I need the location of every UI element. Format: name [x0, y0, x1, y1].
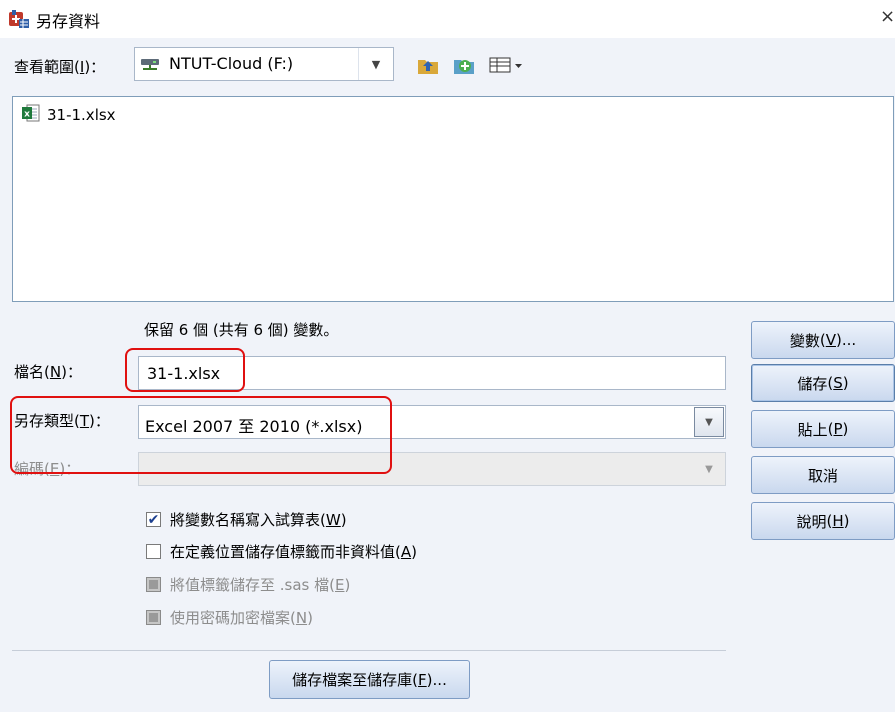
cancel-button[interactable]: 取消 — [751, 456, 895, 494]
separator — [12, 650, 726, 651]
checkbox-write-variable-names[interactable]: 將變數名稱寫入試算表(W) — [146, 509, 347, 530]
checkbox-disabled — [146, 610, 161, 625]
variables-kept-info: 保留 6 個 (共有 6 個) 變數。 — [144, 321, 339, 339]
look-in-label: 查看範圍(I)： — [14, 58, 106, 76]
save-to-repository-button[interactable]: 儲存檔案至儲存庫(F)... — [269, 660, 470, 699]
help-button[interactable]: 說明(H) — [751, 502, 895, 540]
paste-button[interactable]: 貼上(P) — [751, 410, 895, 448]
list-item[interactable]: x 31-1.xlsx — [21, 103, 116, 127]
chevron-down-icon: ▼ — [705, 463, 713, 475]
look-in-dropdown[interactable]: NTUT-Cloud (F:) ▼ — [134, 47, 394, 81]
chevron-down-icon[interactable]: ▼ — [358, 48, 393, 80]
checkbox-disabled — [146, 577, 161, 592]
annotation-box-filename — [125, 348, 245, 392]
app-icon — [8, 9, 30, 29]
checkbox-save-value-labels[interactable]: 在定義位置儲存值標籤而非資料值(A) — [146, 541, 417, 562]
checkbox-unchecked[interactable] — [146, 544, 161, 559]
chevron-down-icon[interactable]: ▼ — [694, 407, 724, 437]
title-bar: 另存資料 × — [0, 0, 895, 38]
checkbox-label: 將變數名稱寫入試算表(W) — [170, 511, 347, 529]
excel-file-icon: x — [21, 103, 41, 127]
checkbox-label: 將值標籤儲存至 .sas 檔(E) — [170, 576, 351, 594]
look-in-value: NTUT-Cloud (F:) — [169, 54, 294, 73]
window-title: 另存資料 — [36, 12, 101, 31]
svg-text:x: x — [24, 110, 30, 120]
file-name: 31-1.xlsx — [47, 106, 116, 124]
variables-button[interactable]: 變數(V)... — [751, 321, 895, 359]
annotation-box-save-type — [10, 396, 392, 474]
view-menu-icon[interactable] — [488, 53, 524, 77]
checkbox-label: 使用密碼加密檔案(N) — [170, 609, 313, 627]
network-drive-icon — [141, 57, 159, 71]
checkbox-save-sas-file: 將值標籤儲存至 .sas 檔(E) — [146, 574, 350, 595]
new-folder-icon[interactable] — [452, 53, 476, 77]
checkbox-label: 在定義位置儲存值標籤而非資料值(A) — [170, 543, 417, 561]
up-folder-icon[interactable] — [416, 53, 440, 77]
checkbox-checked[interactable] — [146, 512, 161, 527]
close-icon[interactable]: × — [880, 6, 895, 27]
checkbox-encrypt-file: 使用密碼加密檔案(N) — [146, 607, 313, 628]
save-button[interactable]: 儲存(S) — [751, 364, 895, 402]
file-list[interactable]: x 31-1.xlsx — [12, 96, 894, 302]
filename-label: 檔名(N)： — [14, 363, 82, 381]
